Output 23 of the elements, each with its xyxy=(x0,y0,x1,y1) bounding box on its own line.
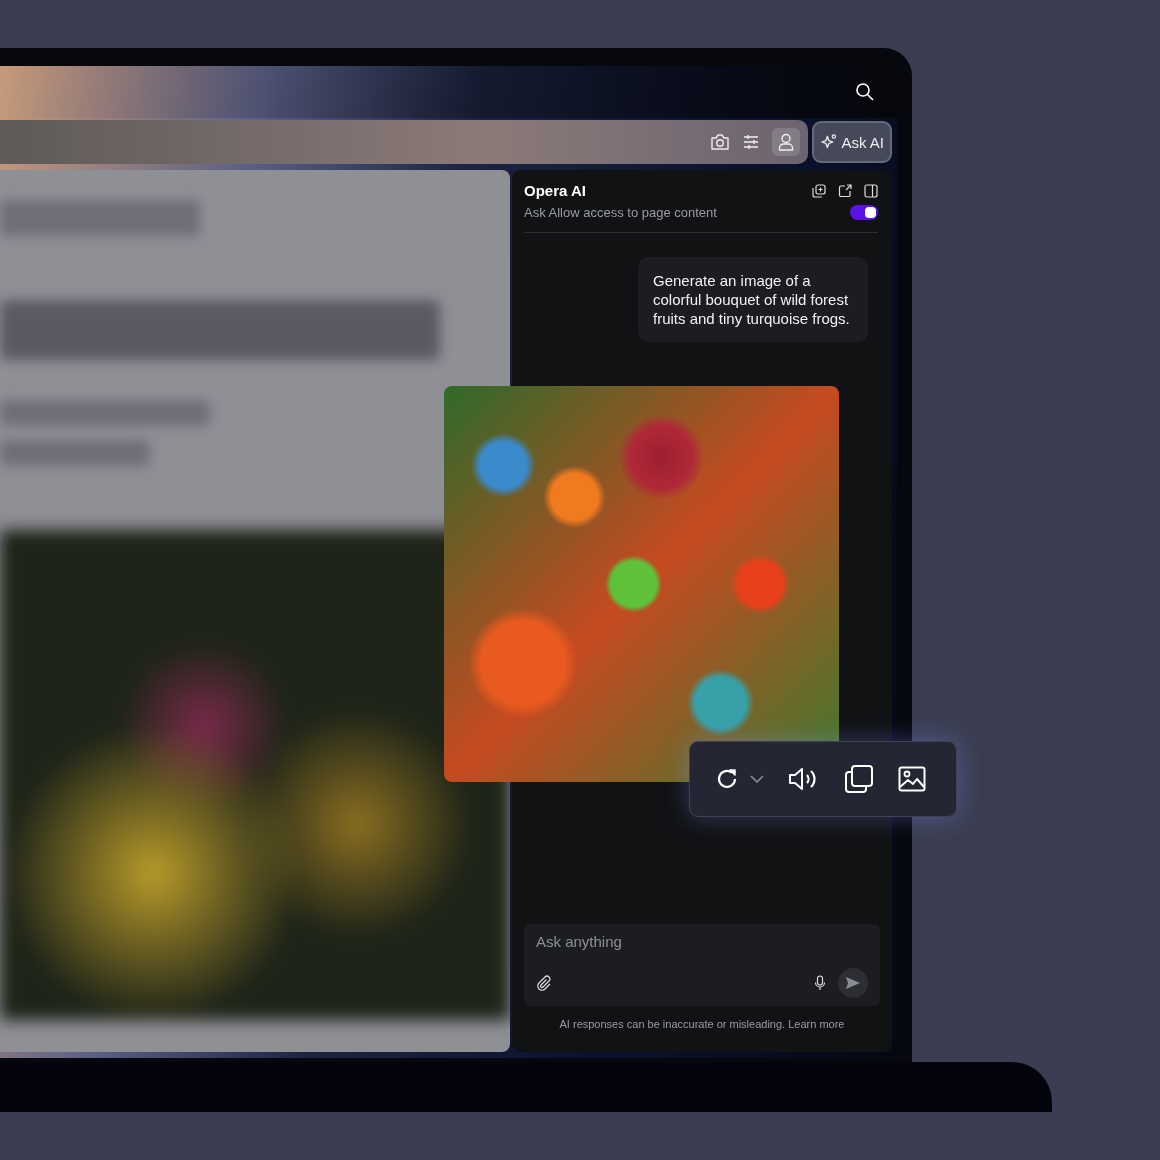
copy-icon[interactable] xyxy=(844,764,874,794)
camera-icon[interactable] xyxy=(710,133,730,151)
external-link-icon[interactable] xyxy=(838,183,852,198)
image-icon[interactable] xyxy=(898,766,926,792)
access-label: Ask Allow access to page content xyxy=(524,205,717,220)
profile-button[interactable] xyxy=(772,128,800,156)
sliders-icon[interactable] xyxy=(742,134,760,150)
learn-more-link[interactable]: Learn more xyxy=(788,1018,845,1030)
panel-title: Opera AI xyxy=(524,182,586,199)
person-icon xyxy=(778,133,794,151)
new-chat-icon[interactable] xyxy=(812,183,826,198)
ask-ai-button[interactable]: Ask AI xyxy=(812,121,892,163)
search-icon[interactable] xyxy=(855,82,875,102)
paperclip-icon[interactable] xyxy=(536,975,552,991)
disclaimer-text: AI responses can be inaccurate or misleading. Learn more xyxy=(558,1017,846,1032)
send-button[interactable] xyxy=(838,968,868,998)
caret-icon[interactable] xyxy=(750,775,764,783)
microphone-icon[interactable] xyxy=(814,975,826,991)
sidebar-icon[interactable] xyxy=(864,183,878,198)
access-toggle[interactable] xyxy=(850,205,878,220)
send-icon xyxy=(845,976,861,990)
user-message: Generate an image of a colorful bouquet of wild forest fruits and tiny turquoise frogs. xyxy=(638,257,868,342)
chat-input-field[interactable]: Ask anything xyxy=(536,932,868,950)
